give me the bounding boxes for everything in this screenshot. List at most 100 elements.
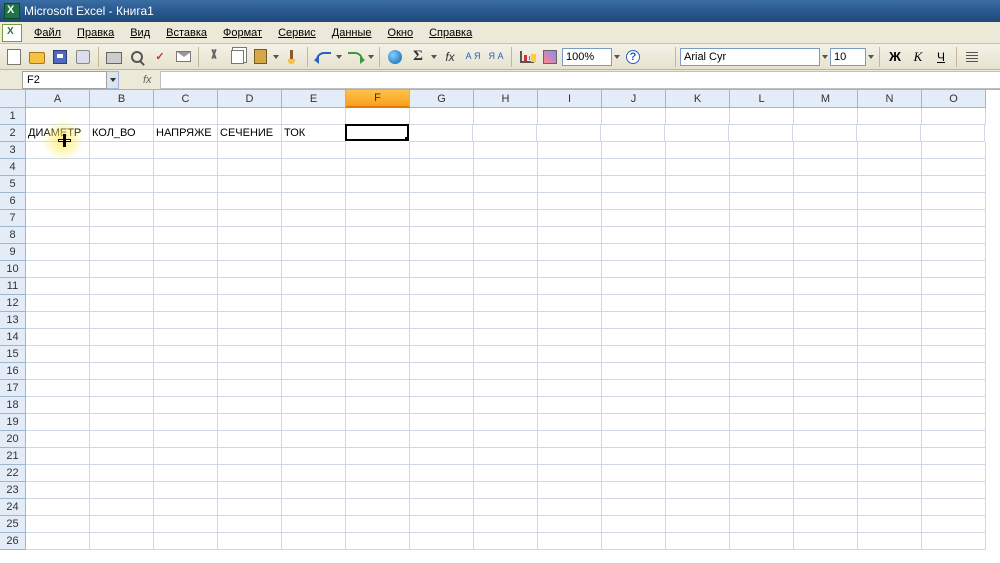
row-header-9[interactable]: 9 [0, 244, 26, 261]
cell-B3[interactable] [90, 142, 154, 159]
sort-asc-button[interactable]: А Я [462, 46, 484, 68]
cell-B5[interactable] [90, 176, 154, 193]
row-header-18[interactable]: 18 [0, 397, 26, 414]
column-header-K[interactable]: K [666, 90, 730, 108]
cell-G11[interactable] [410, 278, 474, 295]
cell-N21[interactable] [858, 448, 922, 465]
cell-M7[interactable] [794, 210, 858, 227]
cell-H25[interactable] [474, 516, 538, 533]
menu-data[interactable]: Данные [324, 25, 380, 41]
cell-L2[interactable] [729, 125, 793, 142]
zoom-dropdown[interactable] [613, 55, 621, 59]
bold-button[interactable]: Ж [884, 46, 906, 68]
paste-dropdown[interactable] [272, 55, 280, 59]
row-header-17[interactable]: 17 [0, 380, 26, 397]
cell-A10[interactable] [26, 261, 90, 278]
cell-C6[interactable] [154, 193, 218, 210]
cell-B15[interactable] [90, 346, 154, 363]
cell-B4[interactable] [90, 159, 154, 176]
cell-J11[interactable] [602, 278, 666, 295]
cell-H10[interactable] [474, 261, 538, 278]
cell-K14[interactable] [666, 329, 730, 346]
cell-M5[interactable] [794, 176, 858, 193]
cell-E26[interactable] [282, 533, 346, 550]
cell-M4[interactable] [794, 159, 858, 176]
cell-J8[interactable] [602, 227, 666, 244]
italic-button[interactable]: К [907, 46, 929, 68]
cell-H17[interactable] [474, 380, 538, 397]
drawing-button[interactable] [539, 46, 561, 68]
cell-A13[interactable] [26, 312, 90, 329]
cell-K3[interactable] [666, 142, 730, 159]
autosum-button[interactable]: Σ [407, 46, 429, 68]
cell-I10[interactable] [538, 261, 602, 278]
cell-A12[interactable] [26, 295, 90, 312]
cell-G13[interactable] [410, 312, 474, 329]
cell-K17[interactable] [666, 380, 730, 397]
cell-E3[interactable] [282, 142, 346, 159]
spell-button[interactable]: ✓ [149, 46, 171, 68]
cell-D13[interactable] [218, 312, 282, 329]
cell-L7[interactable] [730, 210, 794, 227]
cell-E20[interactable] [282, 431, 346, 448]
cell-F13[interactable] [346, 312, 410, 329]
cell-D5[interactable] [218, 176, 282, 193]
cell-K25[interactable] [666, 516, 730, 533]
cell-F5[interactable] [346, 176, 410, 193]
open-button[interactable] [26, 46, 48, 68]
row-header-25[interactable]: 25 [0, 516, 26, 533]
cell-K26[interactable] [666, 533, 730, 550]
cell-A15[interactable] [26, 346, 90, 363]
cell-F24[interactable] [346, 499, 410, 516]
cell-O11[interactable] [922, 278, 986, 295]
cell-O17[interactable] [922, 380, 986, 397]
cell-O20[interactable] [922, 431, 986, 448]
row-header-3[interactable]: 3 [0, 142, 26, 159]
cell-F14[interactable] [346, 329, 410, 346]
cell-L24[interactable] [730, 499, 794, 516]
cell-E9[interactable] [282, 244, 346, 261]
undo-dropdown[interactable] [335, 55, 343, 59]
cell-L15[interactable] [730, 346, 794, 363]
cell-E23[interactable] [282, 482, 346, 499]
cell-L20[interactable] [730, 431, 794, 448]
cell-D26[interactable] [218, 533, 282, 550]
cell-A4[interactable] [26, 159, 90, 176]
cell-G6[interactable] [410, 193, 474, 210]
cell-L13[interactable] [730, 312, 794, 329]
row-header-10[interactable]: 10 [0, 261, 26, 278]
cell-F8[interactable] [346, 227, 410, 244]
print-button[interactable] [103, 46, 125, 68]
cell-M24[interactable] [794, 499, 858, 516]
cell-M9[interactable] [794, 244, 858, 261]
cell-D9[interactable] [218, 244, 282, 261]
cell-J21[interactable] [602, 448, 666, 465]
cell-F26[interactable] [346, 533, 410, 550]
cell-A9[interactable] [26, 244, 90, 261]
cell-B7[interactable] [90, 210, 154, 227]
cell-I18[interactable] [538, 397, 602, 414]
cell-B11[interactable] [90, 278, 154, 295]
cell-O26[interactable] [922, 533, 986, 550]
cell-C16[interactable] [154, 363, 218, 380]
cell-M25[interactable] [794, 516, 858, 533]
column-header-G[interactable]: G [410, 90, 474, 108]
column-header-O[interactable]: O [922, 90, 986, 108]
cell-K8[interactable] [666, 227, 730, 244]
underline-button[interactable]: Ч [930, 46, 952, 68]
cell-E12[interactable] [282, 295, 346, 312]
cell-N10[interactable] [858, 261, 922, 278]
cell-D21[interactable] [218, 448, 282, 465]
cell-L3[interactable] [730, 142, 794, 159]
cell-H19[interactable] [474, 414, 538, 431]
cell-D2[interactable]: СЕЧЕНИЕ [218, 125, 282, 142]
cell-I22[interactable] [538, 465, 602, 482]
cell-I7[interactable] [538, 210, 602, 227]
cell-H8[interactable] [474, 227, 538, 244]
cell-G22[interactable] [410, 465, 474, 482]
cell-O19[interactable] [922, 414, 986, 431]
cell-C15[interactable] [154, 346, 218, 363]
cell-D8[interactable] [218, 227, 282, 244]
hyperlink-button[interactable] [384, 46, 406, 68]
cell-I5[interactable] [538, 176, 602, 193]
